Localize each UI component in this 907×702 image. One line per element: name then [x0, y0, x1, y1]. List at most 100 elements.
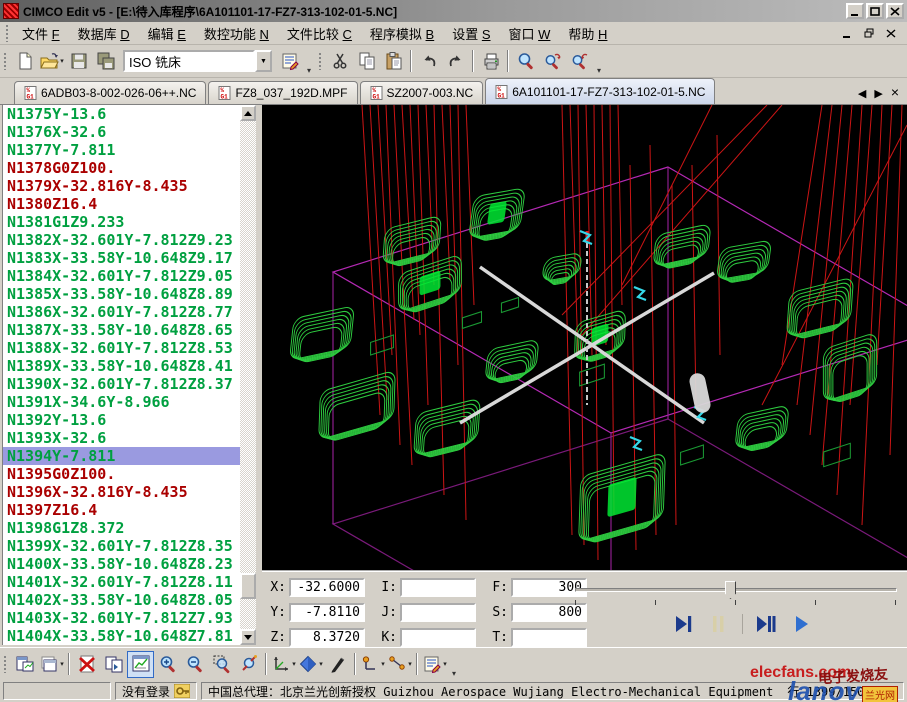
mdi-restore-button[interactable]	[861, 26, 877, 40]
mdi-minimize-button[interactable]	[839, 26, 855, 40]
cut-button[interactable]	[326, 48, 353, 75]
maximize-button[interactable]	[866, 3, 884, 19]
window-tile-button[interactable]	[11, 651, 38, 678]
undo-button[interactable]	[415, 48, 442, 75]
play-to-break-button[interactable]	[753, 612, 779, 636]
gcode-line[interactable]: N1403X-32.601Y-7.812Z7.93	[3, 609, 240, 627]
dropdown-caret-icon[interactable]: ▾	[60, 57, 64, 65]
gcode-line[interactable]: N1399X-32.601Y-7.812Z8.35	[3, 537, 240, 555]
minimize-button[interactable]	[846, 3, 864, 19]
menu-s[interactable]: 设置 S	[443, 22, 499, 45]
machine-type-combo[interactable]: ISO 铣床▼	[123, 50, 272, 72]
tab-close-button[interactable]: ×	[891, 87, 899, 100]
mdi-close-button[interactable]	[883, 26, 899, 40]
menu-grip[interactable]	[5, 24, 10, 42]
document-tab-2[interactable]: %G1FZ8_037_192D.MPF	[208, 81, 357, 104]
gcode-line[interactable]: N1381G1Z9.233	[3, 213, 240, 231]
dropdown-caret-icon[interactable]: ▾	[319, 660, 323, 668]
menu-h[interactable]: 帮助 H	[559, 22, 616, 45]
gcode-line[interactable]: N1404X-33.58Y-10.648Z7.81	[3, 627, 240, 645]
menu-e[interactable]: 编辑 E	[139, 22, 195, 45]
toolbar-overflow-button[interactable]: ▾	[593, 66, 605, 77]
open-folder-button[interactable]: ▾	[38, 48, 65, 75]
measure-button[interactable]: ▾	[386, 651, 413, 678]
zoom-in-button[interactable]	[154, 651, 181, 678]
gcode-line[interactable]: N1386X-32.601Y-7.812Z8.77	[3, 303, 240, 321]
gcode-line[interactable]: N1391X-34.6Y-8.966	[3, 393, 240, 411]
sync-windows-button[interactable]	[100, 651, 127, 678]
slider-thumb[interactable]	[725, 581, 736, 599]
gcode-line[interactable]: N1393X-32.6	[3, 429, 240, 447]
menu-n[interactable]: 数控功能 N	[195, 22, 278, 45]
tab-scroll-right-button[interactable]: ▶	[874, 87, 882, 100]
find-button[interactable]	[512, 48, 539, 75]
dro-value-field[interactable]: 8.3720	[289, 628, 365, 647]
dropdown-caret-icon[interactable]: ▾	[443, 660, 447, 668]
gcode-editor[interactable]: N1375Y-13.6N1376X-32.6N1377Y-7.811N1378G…	[2, 105, 240, 645]
dro-value-field[interactable]	[400, 603, 476, 622]
dro-value-field[interactable]	[400, 578, 476, 597]
scrollbar-thumb[interactable]	[240, 573, 256, 599]
tool-point-button[interactable]: ▾	[359, 651, 386, 678]
toolbar-grip[interactable]	[3, 52, 8, 70]
axes-view-button[interactable]: ▾	[270, 651, 297, 678]
menu-f[interactable]: 文件 F	[13, 22, 69, 45]
save-all-button[interactable]	[92, 48, 119, 75]
simulation-progress-slider[interactable]	[575, 588, 897, 592]
gcode-line[interactable]: N1401X-32.601Y-7.812Z8.11	[3, 573, 240, 591]
gcode-line[interactable]: N1394Y-7.811	[3, 447, 240, 465]
gcode-line[interactable]: N1400X-33.58Y-10.648Z8.23	[3, 555, 240, 573]
menu-c[interactable]: 文件比较 C	[278, 22, 361, 45]
gcode-line[interactable]: N1375Y-13.6	[3, 105, 240, 123]
gcode-line[interactable]: N1382X-32.601Y-7.812Z9.23	[3, 231, 240, 249]
gcode-line[interactable]: N1390X-32.601Y-7.812Z8.37	[3, 375, 240, 393]
title-bar[interactable]: CIMCO Edit v5 - [E:\待入库程序\6A101101-17-FZ…	[0, 0, 907, 22]
dropdown-caret-icon[interactable]: ▾	[408, 660, 412, 668]
menu-b[interactable]: 程序模拟 B	[361, 22, 443, 45]
gcode-line[interactable]: N1388X-32.601Y-7.812Z8.53	[3, 339, 240, 357]
document-tab-4[interactable]: %G16A101101-17-FZ7-313-102-01-5.NC	[485, 78, 715, 104]
simulation-viewport[interactable]	[262, 105, 907, 570]
print-button[interactable]	[477, 48, 504, 75]
gcode-line[interactable]: N1383X-33.58Y-10.648Z9.17	[3, 249, 240, 267]
document-tab-1[interactable]: %G16ADB03-8-002-026-06++.NC	[14, 81, 206, 104]
gcode-line[interactable]: N1398G1Z8.372	[3, 519, 240, 537]
vector-pen-button[interactable]	[324, 651, 351, 678]
gcode-line[interactable]: N1379X-32.816Y-8.435	[3, 177, 240, 195]
gcode-line[interactable]: N1387X-33.58Y-10.648Z8.65	[3, 321, 240, 339]
dro-value-field[interactable]	[511, 628, 587, 647]
document-tab-3[interactable]: %G1SZ2007-003.NC	[360, 81, 484, 104]
combo-dropdown-button[interactable]: ▼	[255, 50, 272, 72]
machine-type-value[interactable]: ISO 铣床	[123, 50, 255, 72]
gcode-line[interactable]: N1402X-33.58Y-10.648Z8.05	[3, 591, 240, 609]
redo-button[interactable]	[442, 48, 469, 75]
dropdown-caret-icon[interactable]: ▾	[292, 660, 296, 668]
window-cascade-button[interactable]: ▾	[38, 651, 65, 678]
scroll-down-button[interactable]	[240, 629, 256, 645]
save-button[interactable]	[65, 48, 92, 75]
toolbar-grip[interactable]	[318, 52, 323, 70]
gcode-line[interactable]: N1377Y-7.811	[3, 141, 240, 159]
menu-w[interactable]: 窗口 W	[500, 22, 560, 45]
setup-button[interactable]: ▾	[421, 651, 448, 678]
zoom-window-button[interactable]	[208, 651, 235, 678]
gcode-line[interactable]: N1395G0Z100.	[3, 465, 240, 483]
dro-value-field[interactable]: -32.6000	[289, 578, 365, 597]
paste-button[interactable]	[380, 48, 407, 75]
gcode-line[interactable]: N1385X-33.58Y-10.648Z8.89	[3, 285, 240, 303]
new-file-button[interactable]	[11, 48, 38, 75]
zoom-out-button[interactable]	[181, 651, 208, 678]
dro-value-field[interactable]: -7.8110	[289, 603, 365, 622]
tab-scroll-left-button[interactable]: ◀	[858, 87, 866, 100]
find-prev-button[interactable]	[566, 48, 593, 75]
scroll-up-button[interactable]	[240, 105, 256, 121]
pause-button[interactable]	[706, 612, 732, 636]
toolbar-overflow-button[interactable]: ▾	[448, 669, 460, 680]
toolbar-overflow-button[interactable]: ▾	[303, 66, 315, 77]
dropdown-caret-icon[interactable]: ▾	[381, 660, 385, 668]
play-button[interactable]	[789, 612, 815, 636]
orbit-button[interactable]	[235, 651, 262, 678]
dropdown-caret-icon[interactable]: ▾	[60, 660, 64, 668]
backplot-window-button[interactable]	[127, 651, 154, 678]
gcode-line[interactable]: N1380Z16.4	[3, 195, 240, 213]
